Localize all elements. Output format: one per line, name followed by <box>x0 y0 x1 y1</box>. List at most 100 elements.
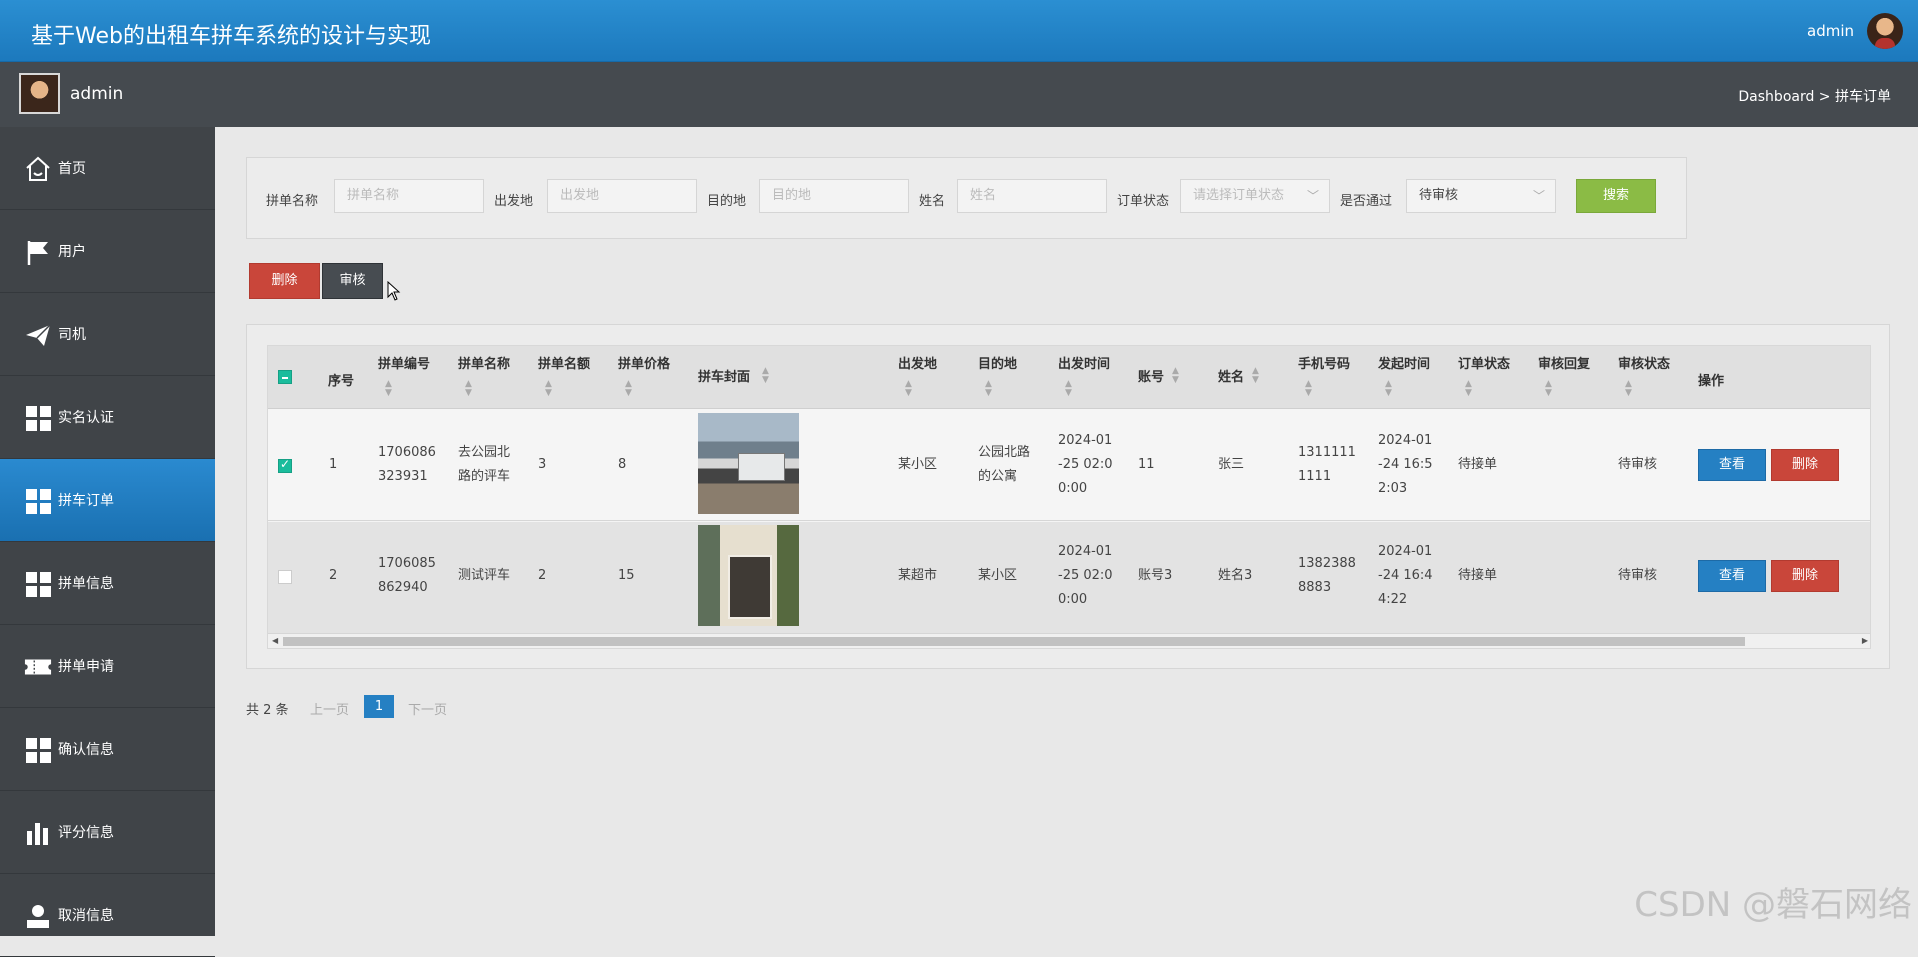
sidebar-item-label: 实名认证 <box>58 410 114 426</box>
user-avatar <box>19 73 60 114</box>
header-username[interactable]: admin <box>1807 22 1854 40</box>
header-avatar[interactable] <box>1867 13 1903 49</box>
sidebar-item-label: 用户 <box>58 244 86 260</box>
sort-icon[interactable]: ▲ ▼ <box>465 380 472 398</box>
sidebar-item-label: 评分信息 <box>58 825 114 841</box>
bar-chart-icon <box>24 819 52 847</box>
delete-button[interactable]: 删除 <box>1771 560 1839 592</box>
home-icon <box>24 155 52 183</box>
search-label-order-status: 订单状态 <box>1117 194 1170 209</box>
col-header-depart-time[interactable]: 出发时间 <box>1058 353 1110 372</box>
sidebar-item-confirmations[interactable]: 确认信息 <box>0 708 215 791</box>
search-button[interactable]: 搜索 <box>1576 179 1656 213</box>
col-header-name[interactable]: 拼单名称 <box>458 353 510 372</box>
col-header-seats[interactable]: 拼单名额 <box>538 353 590 372</box>
row-checkbox[interactable] <box>278 457 292 473</box>
sort-icon[interactable]: ▲ ▼ <box>905 380 912 398</box>
cover-image[interactable] <box>698 525 799 626</box>
sidebar-item-carpool-info[interactable]: 拼单信息 <box>0 542 215 625</box>
sort-icon[interactable]: ▲ ▼ <box>762 367 769 385</box>
col-header-created-time[interactable]: 发起时间 <box>1378 353 1430 372</box>
cell-review-status: 待审核 <box>1618 568 1658 583</box>
cell-from: 某超市 <box>898 568 938 583</box>
sort-icon[interactable]: ▲ ▼ <box>1065 380 1072 398</box>
col-header-review-status[interactable]: 审核状态 <box>1618 353 1670 372</box>
sidebar-item-label: 拼单信息 <box>58 576 114 592</box>
sort-icon[interactable]: ▲ ▼ <box>1305 380 1312 398</box>
cell-depart-time: 2024-01 -25 02:0 0:00 <box>1058 433 1113 496</box>
sidebar-username: admin <box>70 84 124 104</box>
sort-icon[interactable]: ▲ ▼ <box>1465 380 1472 398</box>
col-header-to[interactable]: 目的地 <box>978 353 1017 372</box>
view-button[interactable]: 查看 <box>1698 449 1766 481</box>
col-header-price[interactable]: 拼单价格 <box>618 353 670 372</box>
sidebar-item-label: 取消信息 <box>58 908 114 924</box>
horizontal-scrollbar[interactable]: ◀ ▶ <box>268 634 1870 648</box>
row-checkbox[interactable] <box>278 570 292 584</box>
page-current[interactable]: 1 <box>364 695 394 718</box>
col-header-cover[interactable]: 拼车封面 <box>698 366 750 385</box>
sort-icon[interactable]: ▲ ▼ <box>1252 367 1259 385</box>
cell-to: 公园北路 的公寓 <box>978 445 1031 484</box>
col-header-code[interactable]: 拼单编号 <box>378 353 430 372</box>
cell-price: 8 <box>618 457 627 472</box>
user-icon <box>24 902 52 930</box>
cell-phone: 1311111 1111 <box>1298 445 1356 484</box>
sidebar-item-cancellations[interactable]: 取消信息 <box>0 874 215 957</box>
sidebar-item-drivers[interactable]: 司机 <box>0 293 215 376</box>
select-all-checkbox[interactable] <box>278 370 292 384</box>
search-label-to: 目的地 <box>707 194 747 209</box>
order-status-select[interactable]: 请选择订单状态 ﹀ <box>1180 179 1330 213</box>
cell-code: 1706085 862940 <box>378 556 436 595</box>
approved-select[interactable]: 待审核 ﹀ <box>1406 179 1556 213</box>
sidebar-item-verification[interactable]: 实名认证 <box>0 376 215 459</box>
sort-icon[interactable]: ▲ ▼ <box>545 380 552 398</box>
cell-index: 2 <box>329 568 338 583</box>
delete-button[interactable]: 删除 <box>1771 449 1839 481</box>
sidebar-item-carpool-applications[interactable]: 拼单申请 <box>0 625 215 708</box>
sort-icon[interactable]: ▲ ▼ <box>625 380 632 398</box>
sort-icon[interactable]: ▲ ▼ <box>1385 380 1392 398</box>
col-header-phone[interactable]: 手机号码 <box>1298 353 1350 372</box>
scroll-left-icon[interactable]: ◀ <box>272 634 278 648</box>
sort-icon[interactable]: ▲ ▼ <box>1172 367 1179 385</box>
prev-page-link[interactable]: 上一页 <box>310 699 349 718</box>
scrollbar-thumb[interactable] <box>283 637 1745 646</box>
sidebar-item-label: 拼单申请 <box>58 659 114 675</box>
sidebar-item-home[interactable]: 首页 <box>0 127 215 210</box>
col-header-order-status[interactable]: 订单状态 <box>1458 353 1510 372</box>
app-title: 基于Web的出租车拼车系统的设计与实现 <box>31 24 431 49</box>
sidebar-item-ratings[interactable]: 评分信息 <box>0 791 215 874</box>
search-label-person: 姓名 <box>919 194 946 209</box>
ticket-icon <box>24 653 52 681</box>
sort-icon[interactable]: ▲ ▼ <box>385 380 392 398</box>
next-page-link[interactable]: 下一页 <box>408 699 447 718</box>
col-header-from[interactable]: 出发地 <box>898 353 937 372</box>
search-label-name: 拼单名称 <box>266 194 319 209</box>
bulk-delete-button[interactable]: 删除 <box>249 263 320 299</box>
search-form: 拼单名称 拼单名称 出发地 出发地 目的地 目的地 姓名 姓名 订单状态 请选择… <box>246 157 1687 239</box>
cell-created-time: 2024-01 -24 16:5 2:03 <box>1378 433 1433 496</box>
col-header-person[interactable]: 姓名 <box>1218 366 1244 385</box>
sidebar-item-label: 首页 <box>58 161 86 177</box>
breadcrumb: Dashboard > 拼车订单 <box>1738 89 1891 105</box>
cover-image[interactable] <box>698 413 799 514</box>
grid-icon <box>24 570 52 598</box>
search-input-name[interactable]: 拼单名称 <box>334 179 484 213</box>
view-button[interactable]: 查看 <box>1698 560 1766 592</box>
chevron-down-icon: ﹀ <box>1532 189 1545 203</box>
col-header-account[interactable]: 账号 <box>1138 366 1164 385</box>
sidebar-item-users[interactable]: 用户 <box>0 210 215 293</box>
search-input-from[interactable]: 出发地 <box>547 179 697 213</box>
review-button[interactable]: 审核 <box>322 263 383 299</box>
col-header-reply[interactable]: 审核回复 <box>1538 353 1590 372</box>
sort-icon[interactable]: ▲ ▼ <box>1545 380 1552 398</box>
search-input-person[interactable]: 姓名 <box>957 179 1107 213</box>
cell-index: 1 <box>329 457 338 472</box>
sort-icon[interactable]: ▲ ▼ <box>1625 380 1632 398</box>
total-count: 共 2 条 <box>246 703 289 718</box>
sort-icon[interactable]: ▲ ▼ <box>985 380 992 398</box>
scroll-right-icon[interactable]: ▶ <box>1862 634 1868 648</box>
sidebar-item-carpool-orders[interactable]: 拼车订单 <box>0 459 215 542</box>
search-input-to[interactable]: 目的地 <box>759 179 909 213</box>
